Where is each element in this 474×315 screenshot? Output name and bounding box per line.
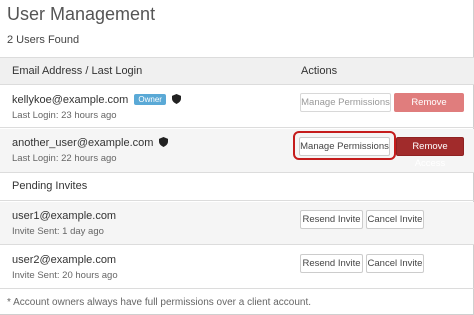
user-row-owner: kellykoe@example.com Owner Last Login: 2… [0, 86, 474, 128]
invite-row: user1@example.com Invite Sent: 1 day ago… [0, 202, 474, 245]
user-email: another_user@example.com [12, 137, 154, 149]
invite-sent: Invite Sent: 1 day ago [12, 226, 104, 237]
invite-email: user1@example.com [12, 210, 117, 222]
user-row: another_user@example.com Last Login: 22 … [0, 129, 474, 173]
pending-invites-section: Pending Invites [0, 173, 474, 201]
resend-invite-button[interactable]: Resend Invite [300, 254, 363, 273]
section-heading: Pending Invites [12, 180, 88, 192]
cancel-invite-button[interactable]: Cancel Invite [366, 254, 424, 273]
last-login: Last Login: 23 hours ago [12, 110, 117, 121]
remove-access-button[interactable]: Remove Access [396, 137, 464, 169]
cancel-invite-button[interactable]: Cancel Invite [366, 210, 424, 229]
column-header-actions: Actions [301, 65, 338, 77]
manage-permissions-button[interactable]: Manage Permissions [300, 93, 391, 112]
user-email: kellykoe@example.com [12, 94, 129, 106]
invite-row: user2@example.com Invite Sent: 20 hours … [0, 246, 474, 289]
users-found-count: 2 Users Found [7, 34, 80, 46]
invite-email: user2@example.com [12, 254, 117, 266]
last-login: Last Login: 22 hours ago [12, 153, 117, 164]
highlight-annotation [293, 131, 396, 160]
resend-invite-button[interactable]: Resend Invite [300, 210, 363, 229]
footnote: * Account owners always have full permis… [7, 297, 312, 308]
user-management-panel: User Management 2 Users Found Email Addr… [0, 0, 474, 315]
table-header: Email Address / Last Login Actions [0, 57, 474, 85]
page-title: User Management [7, 4, 156, 24]
owner-badge: Owner [134, 94, 166, 105]
remove-access-button[interactable]: Remove Access [394, 93, 464, 125]
column-header-email: Email Address / Last Login [12, 65, 143, 77]
shield-icon [159, 137, 169, 147]
shield-icon [172, 94, 182, 104]
invite-sent: Invite Sent: 20 hours ago [12, 270, 118, 281]
